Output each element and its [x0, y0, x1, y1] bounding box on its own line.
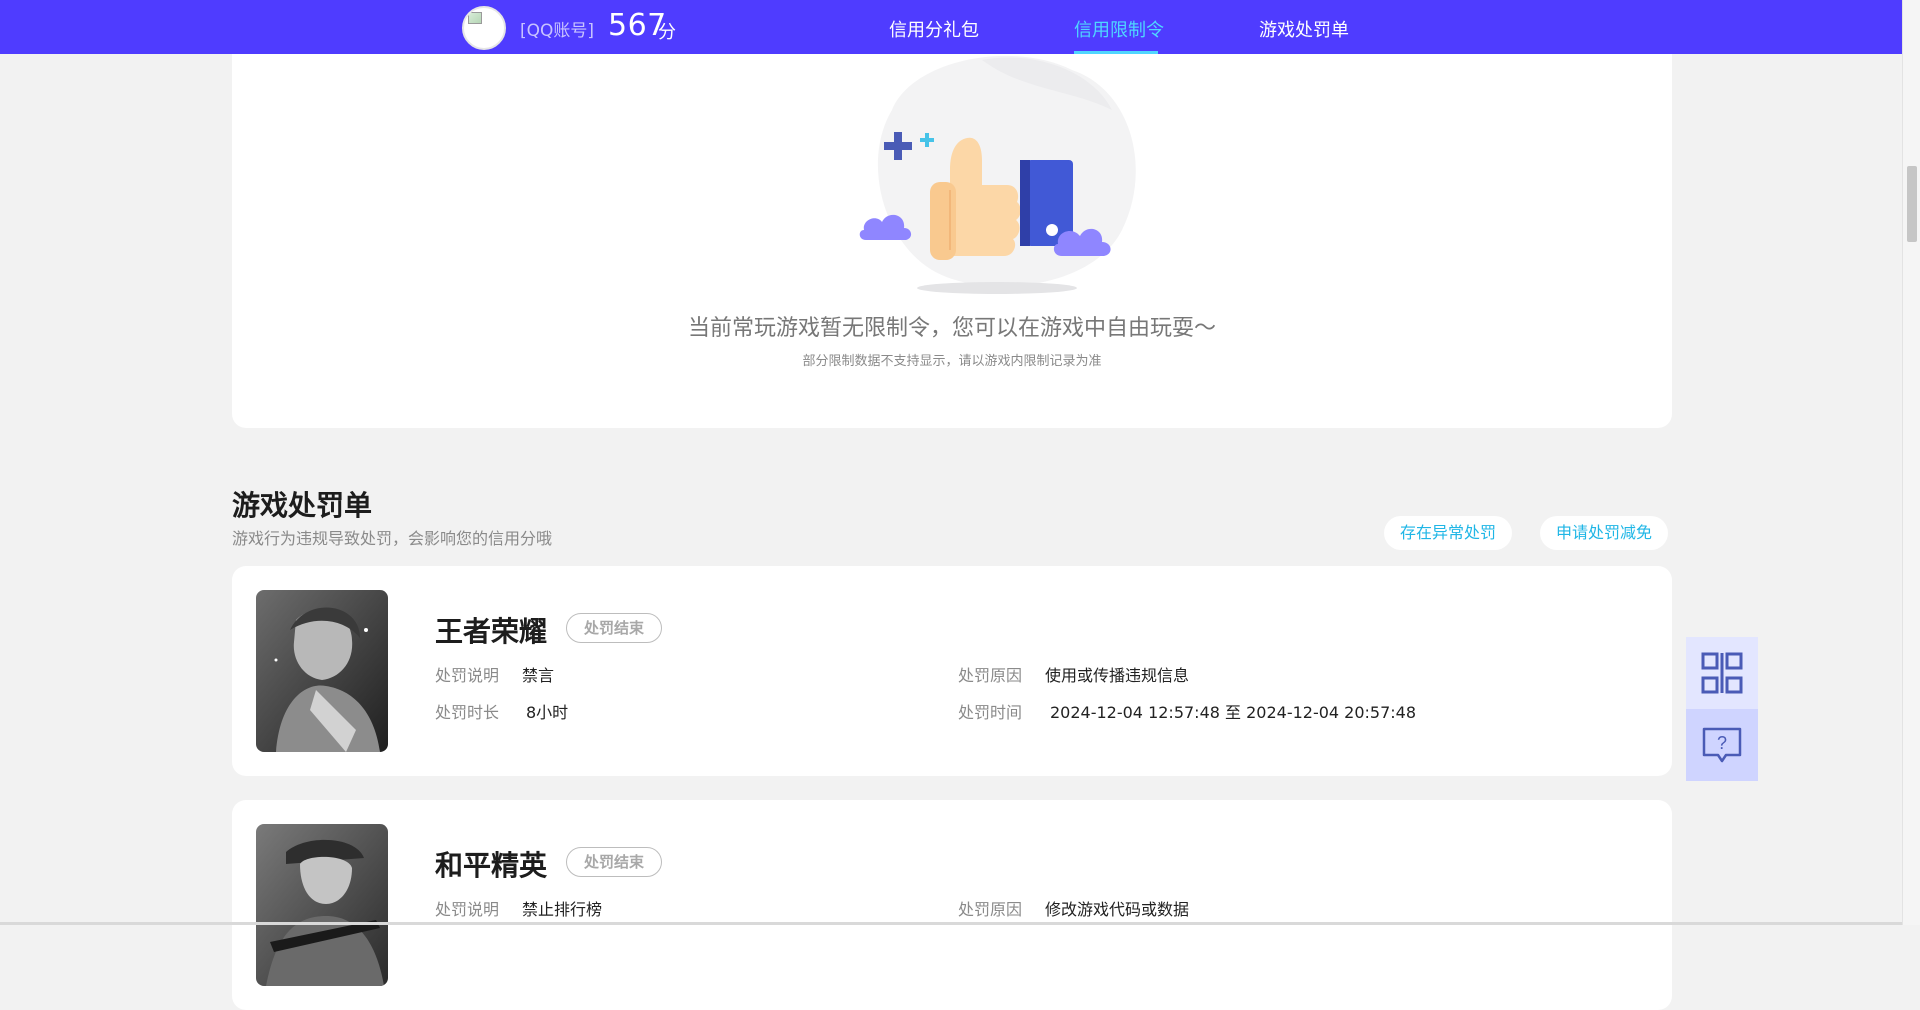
- penalty-description-label: 处罚说明: [435, 666, 500, 685]
- penalty-description-value: 禁言: [522, 666, 555, 685]
- penalty-time-value: 2024-12-04 12:57:48 至 2024-12-04 20:57:4…: [1050, 703, 1417, 722]
- penalty-section-description: 游戏行为违规导致处罚，会影响您的信用分哦: [232, 529, 553, 548]
- game-thumbnail: [256, 590, 388, 752]
- thumbs-up-illustration-icon: [859, 55, 1136, 294]
- active-tab-underline: [1074, 51, 1158, 54]
- penalty-reason-label: 处罚原因: [958, 666, 1023, 685]
- broken-image-icon: [468, 12, 482, 24]
- empty-restriction-subtitle: 部分限制数据不支持显示，请以游戏内限制记录为准: [802, 354, 1102, 369]
- svg-text:?: ?: [1717, 733, 1727, 753]
- status-badge: 处罚结束: [566, 847, 663, 877]
- penalty-time-label: 处罚时间: [958, 703, 1023, 722]
- help-chat-icon: ?: [1702, 727, 1742, 763]
- scrollbar-thumb[interactable]: [1907, 166, 1917, 242]
- game-thumbnail: [256, 824, 388, 986]
- game-name: 王者荣耀: [435, 615, 548, 648]
- apply-penalty-reduction-button[interactable]: 申请处罚减免: [1540, 516, 1669, 550]
- penalty-description-label: 处罚说明: [435, 900, 500, 919]
- penalty-reason-label: 处罚原因: [958, 900, 1023, 919]
- account-label: [QQ账号]: [520, 21, 595, 41]
- penalty-reason-value: 使用或传播违规信息: [1045, 666, 1190, 685]
- penalty-reason-value: 修改游戏代码或数据: [1045, 900, 1190, 919]
- penalty-description-value: 禁止排行榜: [522, 900, 603, 919]
- page-scrollbar[interactable]: [1902, 0, 1920, 925]
- nav-tab-credit-restrictions[interactable]: 信用限制令: [1074, 16, 1164, 42]
- penalty-record-card: 和平精英 处罚结束 处罚说明 禁止排行榜 处罚原因 修改游戏代码或数据: [232, 800, 1672, 1010]
- penalty-duration-value: 8小时: [526, 703, 569, 722]
- game-name: 和平精英: [435, 849, 548, 882]
- empty-restriction-title: 当前常玩游戏暂无限制令，您可以在游戏中自由玩耍～: [687, 316, 1216, 341]
- qr-code-button[interactable]: [1686, 637, 1758, 709]
- avatar[interactable]: [462, 6, 506, 50]
- credit-score-unit: 分: [658, 22, 676, 43]
- penalty-section-title: 游戏处罚单: [232, 489, 373, 522]
- nav-tab-game-penalties[interactable]: 游戏处罚单: [1259, 16, 1349, 42]
- qr-code-icon: [1701, 652, 1743, 694]
- help-button[interactable]: ?: [1686, 709, 1758, 781]
- penalty-record-card: 王者荣耀 处罚结束 处罚说明 禁言 处罚时长 8小时 处罚原因 使用或传播违规信…: [232, 566, 1672, 776]
- top-nav-bar: [QQ账号] 567 分 信用分礼包 信用限制令 游戏处罚单: [0, 0, 1902, 54]
- nav-tab-credit-gifts[interactable]: 信用分礼包: [889, 16, 979, 42]
- report-abnormal-penalty-button[interactable]: 存在异常处罚: [1384, 516, 1513, 550]
- restriction-empty-card: 当前常玩游戏暂无限制令，您可以在游戏中自由玩耍～ 部分限制数据不支持显示，请以游…: [232, 30, 1672, 428]
- status-badge: 处罚结束: [566, 613, 663, 643]
- penalty-duration-label: 处罚时长: [435, 703, 500, 722]
